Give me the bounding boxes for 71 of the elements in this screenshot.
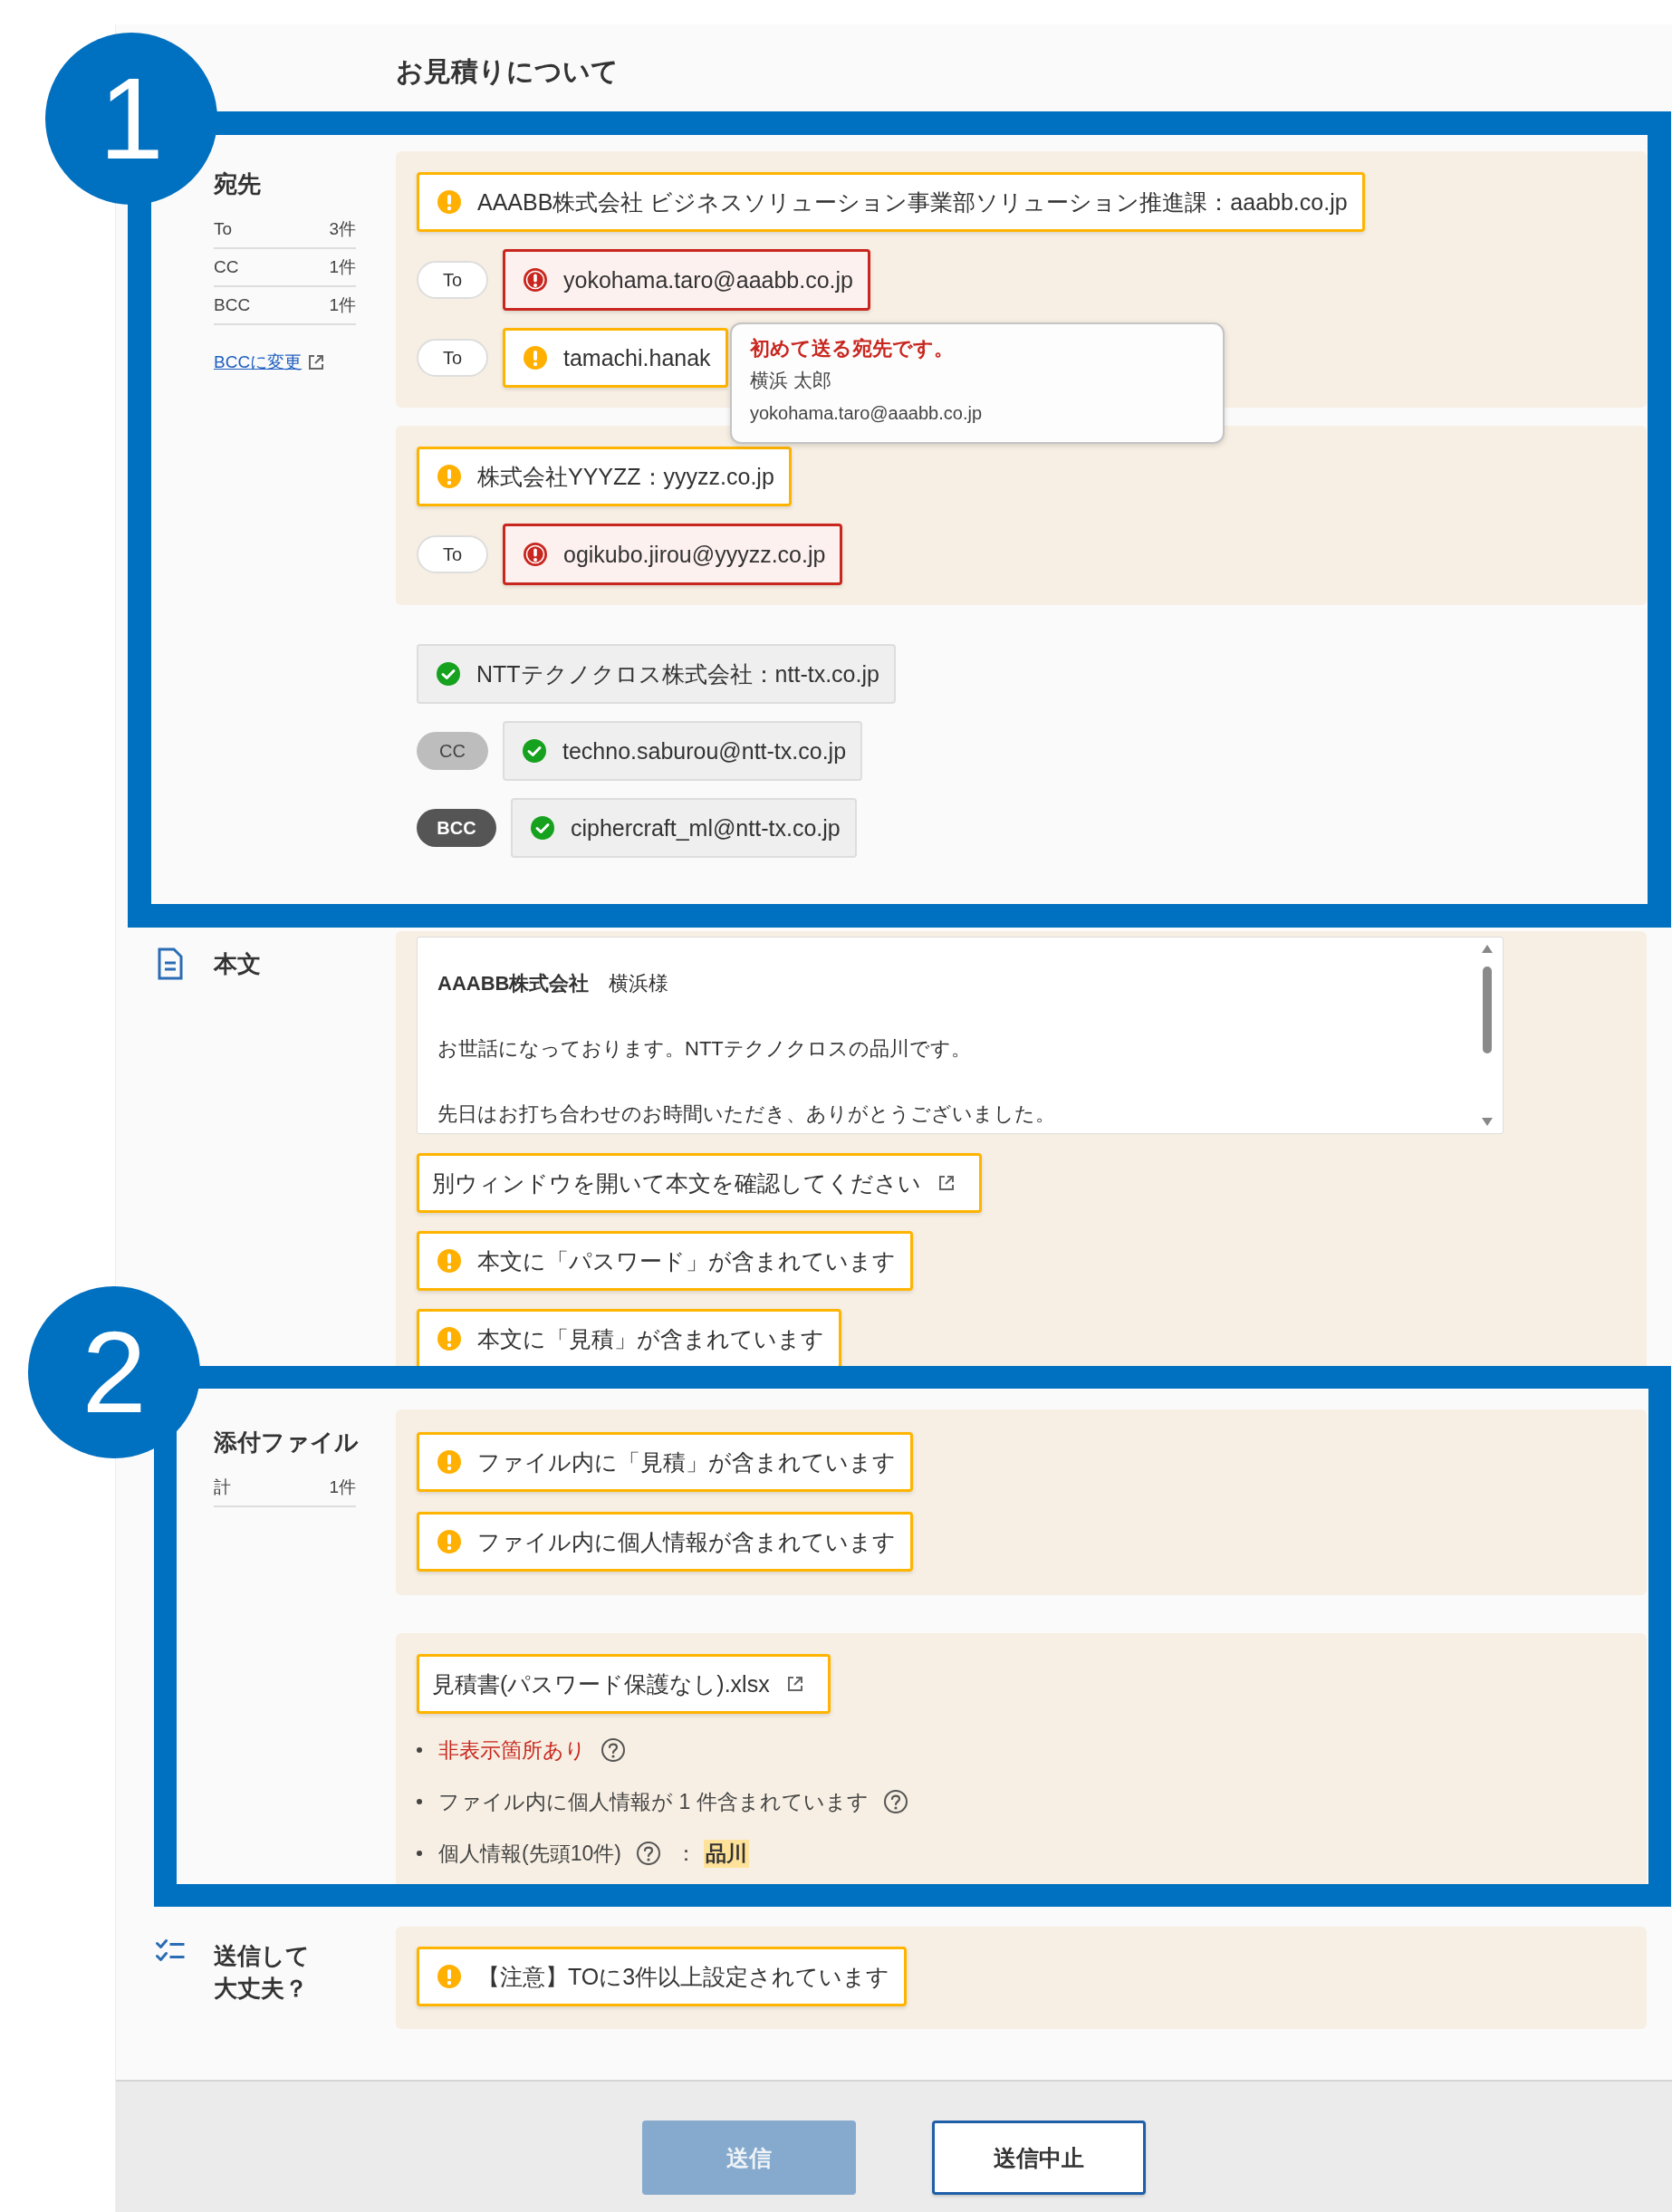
- chip-text: ciphercraft_ml@ntt-tx.co.jp: [571, 814, 841, 842]
- count-label: 計: [214, 1476, 231, 1498]
- recipient-type-tag: To: [417, 535, 488, 573]
- recipient-type-tag: CC: [417, 732, 488, 770]
- warning-icon: [437, 465, 461, 488]
- section-label: 添付ファイル: [214, 1428, 359, 1457]
- count-label: BCC: [214, 295, 251, 315]
- external-link-icon: [937, 1174, 956, 1192]
- separator: ：: [675, 1840, 697, 1867]
- warning-icon: [437, 1327, 461, 1351]
- warning-icon: [437, 1530, 461, 1553]
- detail-text: 非表示箇所あり: [438, 1736, 586, 1764]
- count-value: 1件: [329, 1476, 356, 1498]
- external-link-icon: [307, 353, 326, 371]
- body-line: AAABB株式会社 横浜様: [437, 971, 670, 996]
- recipient-type-tag: To: [417, 339, 488, 377]
- count-label: CC: [214, 257, 239, 277]
- check-icon: [531, 816, 554, 840]
- change-to-bcc-link[interactable]: BCCに変更: [214, 351, 326, 374]
- check-icon: [523, 739, 546, 763]
- bullet-icon: [417, 1851, 422, 1856]
- recipient-type-tag: BCC: [417, 809, 496, 847]
- section-label: 本文: [214, 949, 261, 979]
- body-line: お世話になっております。NTTテクノクロスの品川です。: [437, 1036, 972, 1062]
- chip-text: 本文に「見積」が含まれています: [477, 1324, 824, 1353]
- highlighted-value: 品川: [703, 1839, 749, 1868]
- detail-text: 個人情報(先頭10件): [438, 1840, 621, 1867]
- help-icon[interactable]: [601, 1737, 626, 1763]
- recipient-type-tag: To: [417, 261, 488, 299]
- chip-text: ファイル内に個人情報が含まれています: [477, 1527, 896, 1556]
- count-value: 1件: [329, 294, 356, 316]
- warning-icon: [437, 1965, 461, 1988]
- count-value: 3件: [329, 218, 356, 240]
- help-icon[interactable]: [635, 1841, 661, 1866]
- help-icon[interactable]: [882, 1789, 908, 1814]
- error-icon: [524, 268, 547, 292]
- external-link-icon: [785, 1675, 804, 1693]
- tooltip-name: 横浜 太郎: [750, 369, 831, 392]
- error-icon: [524, 543, 547, 566]
- chip-text: AAABB株式会社 ビジネスソリューション事業部ソリューション推進課：aaabb.co.jp: [477, 188, 1348, 216]
- message-subject: お見積りについて: [396, 55, 619, 88]
- count-value: 1件: [329, 256, 356, 278]
- warning-icon: [524, 346, 547, 370]
- chip-text: yokohama.taro@aaabb.co.jp: [563, 266, 854, 293]
- tooltip-title: 初めて送る宛先です。: [750, 336, 954, 361]
- attachment-file-button[interactable]: 見積書(パスワード保護なし).xlsx: [417, 1654, 831, 1714]
- document-icon: [157, 947, 184, 980]
- warning-icon: [437, 190, 461, 214]
- warning-icon: [437, 1450, 461, 1474]
- open-body-button[interactable]: 別ウィンドウを開いて本文を確認してください: [417, 1153, 982, 1213]
- chip-text: NTTテクノクロス株式会社：ntt-tx.co.jp: [476, 659, 879, 688]
- section-label: 送信して 大丈夫？: [214, 1941, 310, 2004]
- bullet-icon: [417, 1747, 422, 1753]
- tooltip-email: yokohama.taro@aaabb.co.jp: [750, 402, 982, 425]
- callout-number: 2: [28, 1286, 200, 1458]
- chip-text: 本文に「パスワード」が含まれています: [477, 1246, 896, 1275]
- chip-text: ogikubo.jirou@yyyzz.co.jp: [563, 541, 826, 568]
- chip-text: 【注意】TOに3件以上設定されています: [477, 1962, 890, 1991]
- cancel-button[interactable]: 送信中止: [932, 2121, 1146, 2195]
- chip-text: 株式会社YYYZZ：yyyzz.co.jp: [477, 462, 774, 491]
- body-line: 先日はお打ち合わせのお時間いただき、ありがとうございました。: [437, 1101, 1056, 1127]
- check-icon: [437, 662, 460, 686]
- chip-text: techno.saburou@ntt-tx.co.jp: [562, 737, 847, 765]
- warning-icon: [437, 1249, 461, 1273]
- message-body-field[interactable]: AAABB株式会社 横浜様 お世話になっております。NTTテクノクロスの品川です。 先日はお打ち合わせのお時間いただき、ありがとうございました。: [417, 937, 1504, 1134]
- checklist-icon: [156, 1939, 185, 1961]
- count-label: To: [214, 219, 233, 239]
- detail-text: ファイル内に個人情報が 1 件含まれています: [438, 1788, 869, 1815]
- chip-text: tamachi.hanak: [563, 344, 711, 371]
- chip-text: ファイル内に「見積」が含まれています: [477, 1447, 896, 1476]
- bullet-icon: [417, 1799, 422, 1804]
